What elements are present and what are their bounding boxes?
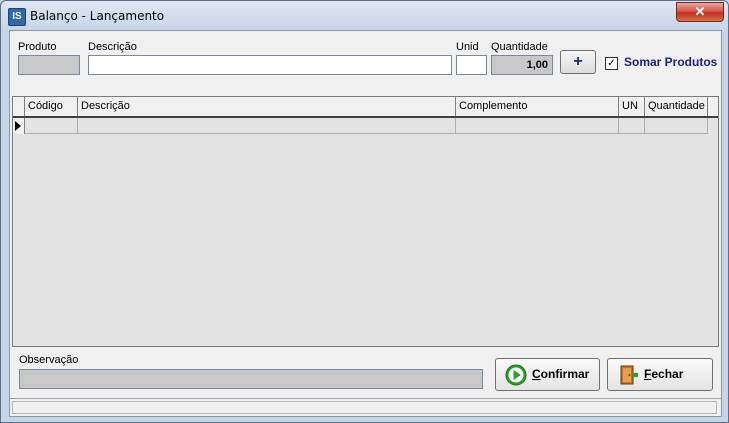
cell-quantidade[interactable] xyxy=(645,118,708,134)
quantidade-field[interactable]: 1,00 xyxy=(491,55,553,75)
col-quantidade[interactable]: Quantidade xyxy=(645,97,708,116)
close-button-label: Fechar xyxy=(644,367,684,381)
descricao-field[interactable] xyxy=(88,55,452,75)
somar-produtos-label[interactable]: Somar Produtos xyxy=(624,55,717,69)
col-complemento[interactable]: Complemento xyxy=(456,97,619,116)
grid-corner xyxy=(13,97,25,116)
client-area: Produto Descrição Unid Quantidade 1,00 +… xyxy=(9,30,722,417)
cell-descricao[interactable] xyxy=(78,118,456,134)
window-title: Balanço - Lançamento xyxy=(30,9,165,23)
col-un[interactable]: UN xyxy=(619,97,645,116)
close-window-button[interactable]: ✕ xyxy=(676,2,724,22)
unid-label: Unid xyxy=(456,41,479,53)
confirm-button-label: Confirmar xyxy=(532,367,590,381)
produto-field[interactable] xyxy=(18,55,80,75)
unid-field[interactable] xyxy=(456,55,487,75)
cell-un[interactable] xyxy=(619,118,645,134)
door-exit-icon xyxy=(620,365,638,385)
play-arrow-icon xyxy=(505,364,527,386)
observacao-label: Observação xyxy=(19,354,79,366)
items-grid[interactable]: Código Descrição Complemento UN Quantida… xyxy=(12,96,719,347)
confirm-button[interactable]: Confirmar xyxy=(495,358,600,391)
checkmark-icon: ✓ xyxy=(607,58,616,69)
col-codigo[interactable]: Código xyxy=(25,97,78,116)
app-logo-icon: IS xyxy=(8,8,26,26)
observacao-field[interactable] xyxy=(19,369,483,389)
cell-codigo[interactable] xyxy=(25,118,78,134)
row-pointer-icon xyxy=(15,121,21,131)
dialog-window: IS Balanço - Lançamento ✕ Produto Descri… xyxy=(0,0,729,423)
row-indicator xyxy=(13,118,25,134)
descricao-label: Descrição xyxy=(88,41,137,53)
col-descricao[interactable]: Descrição xyxy=(78,97,456,116)
grid-header: Código Descrição Complemento UN Quantida… xyxy=(13,97,718,118)
somar-produtos-checkbox[interactable]: ✓ xyxy=(605,57,618,70)
quantidade-label: Quantidade xyxy=(491,41,548,53)
title-bar[interactable]: IS Balanço - Lançamento ✕ xyxy=(1,1,728,29)
close-button[interactable]: Fechar xyxy=(607,358,713,391)
table-row[interactable] xyxy=(13,118,708,134)
cell-complemento[interactable] xyxy=(456,118,619,134)
status-panel xyxy=(12,401,717,414)
produto-label: Produto xyxy=(18,41,57,53)
add-product-button[interactable]: + xyxy=(560,50,596,74)
status-bar xyxy=(10,398,721,416)
